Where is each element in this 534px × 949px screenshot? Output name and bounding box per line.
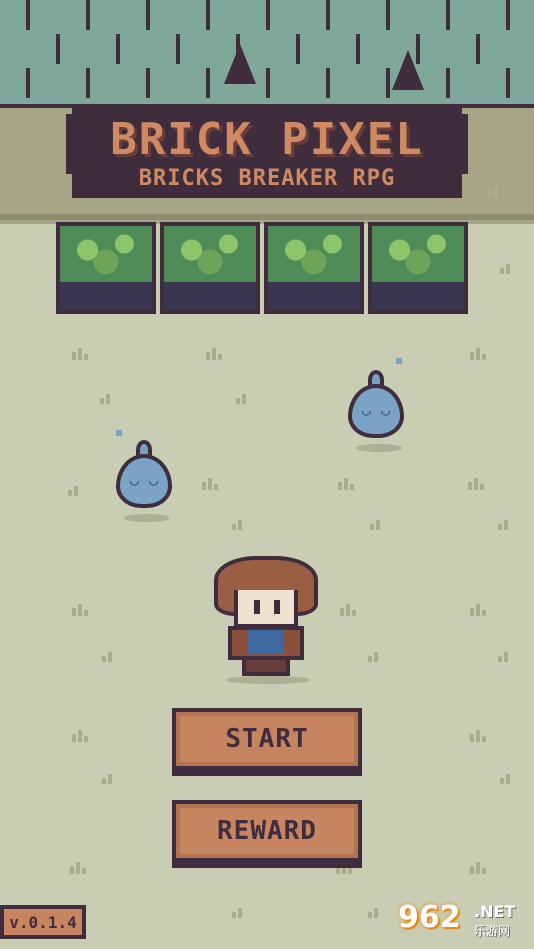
reward-button[interactable]: REWARD bbox=[172, 800, 362, 862]
brick-row bbox=[0, 34, 534, 68]
watermark-logo: 962 bbox=[398, 900, 461, 935]
grass-tuft bbox=[468, 478, 486, 490]
bush bbox=[364, 222, 468, 318]
grass-tuft bbox=[206, 348, 224, 360]
grass-tuft bbox=[72, 348, 90, 360]
watermark-site-name: 乐游网 bbox=[474, 924, 511, 938]
slime-shadow bbox=[356, 444, 402, 452]
grass-tuft bbox=[232, 906, 250, 918]
grass-tuft bbox=[500, 772, 518, 784]
site-watermark: 962 .NET 乐游网 bbox=[398, 898, 528, 942]
wall-spike-decoration bbox=[224, 44, 256, 84]
grass-tuft bbox=[72, 730, 90, 742]
grass-tuft bbox=[68, 484, 86, 496]
ledge-edge bbox=[0, 214, 534, 220]
grass-tuft bbox=[370, 518, 388, 530]
grass-tuft bbox=[368, 906, 386, 918]
start-button[interactable]: START bbox=[172, 708, 362, 770]
grass-tuft bbox=[500, 262, 518, 274]
brick-row bbox=[0, 0, 534, 34]
grass-tuft bbox=[338, 478, 356, 490]
title-logo: BRICK PIXEL BRICKS BREAKER RPG bbox=[66, 106, 468, 198]
bush bbox=[52, 222, 156, 318]
grass-tuft bbox=[368, 650, 386, 662]
grass-tuft bbox=[470, 730, 488, 742]
grass-tuft bbox=[336, 862, 354, 874]
game-title: BRICK PIXEL bbox=[110, 114, 424, 165]
slime-enemy: ◡ ◡ bbox=[116, 430, 172, 508]
grass-tuft bbox=[470, 862, 488, 874]
grass-tuft bbox=[470, 604, 488, 616]
bush bbox=[260, 222, 364, 318]
watermark-domain: .NET bbox=[474, 902, 516, 921]
grass-tuft bbox=[470, 348, 488, 360]
grass-tuft bbox=[102, 650, 120, 662]
grass-tuft bbox=[102, 772, 120, 784]
wall-spike-decoration bbox=[392, 50, 424, 90]
grass-tuft bbox=[72, 604, 90, 616]
grass-tuft bbox=[236, 392, 254, 404]
version-label: v.0.1.4 bbox=[0, 905, 86, 939]
grass-tuft bbox=[488, 186, 506, 198]
brick-row bbox=[0, 68, 534, 102]
grass-tuft bbox=[498, 518, 516, 530]
slime-enemy: ◡ ◡ bbox=[348, 358, 404, 438]
brick-wall bbox=[0, 0, 534, 108]
grass-tuft bbox=[100, 392, 118, 404]
slime-face: ◡ ◡ bbox=[361, 400, 391, 419]
grass-tuft bbox=[340, 604, 358, 616]
slime-face: ◡ ◡ bbox=[129, 470, 159, 489]
hero-character bbox=[212, 556, 320, 684]
grass-tuft bbox=[70, 862, 88, 874]
slime-shadow bbox=[124, 514, 170, 522]
grass-tuft bbox=[202, 478, 220, 490]
grass-tuft bbox=[498, 650, 516, 662]
grass-tuft bbox=[232, 518, 250, 530]
game-subtitle: BRICKS BREAKER RPG bbox=[138, 166, 396, 191]
bush bbox=[156, 222, 260, 318]
